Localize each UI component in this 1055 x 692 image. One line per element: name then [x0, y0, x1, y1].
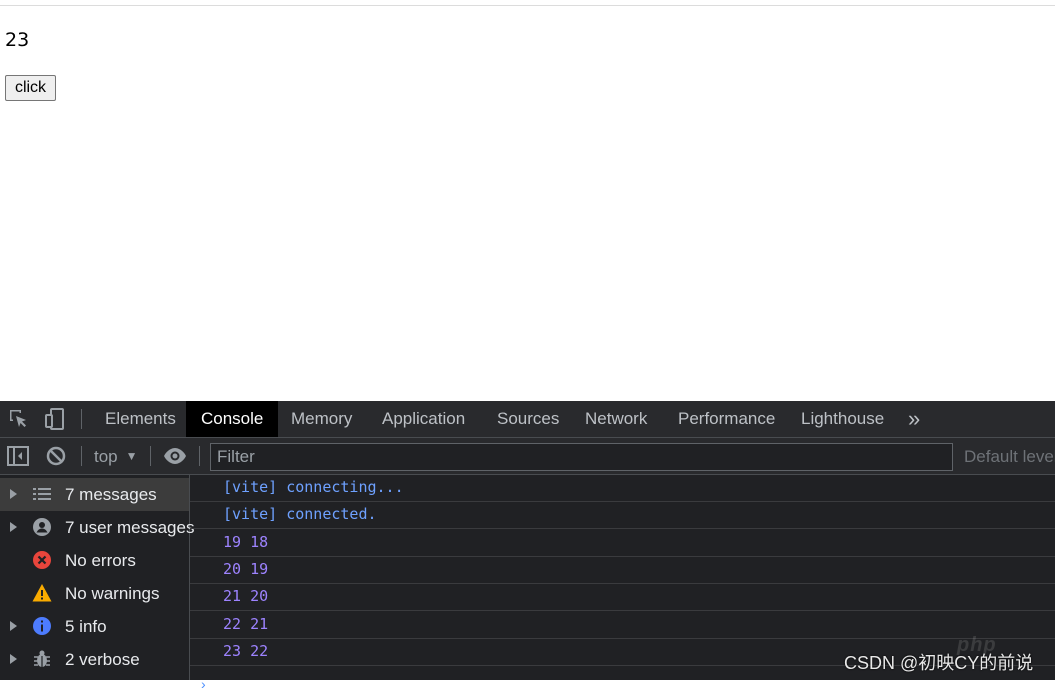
- toolbar-separator: [150, 446, 151, 466]
- device-toolbar-icon[interactable]: [43, 407, 67, 431]
- console-message: [vite] connecting...: [190, 475, 1055, 502]
- console-prompt-icon[interactable]: ›: [201, 676, 206, 692]
- click-button[interactable]: click: [5, 75, 56, 101]
- console-message: 22 21: [190, 612, 1055, 639]
- list-icon: [33, 488, 51, 500]
- tab-console[interactable]: Console: [186, 401, 279, 437]
- toolbar-separator: [81, 446, 82, 466]
- sidebar-item-messages[interactable]: 7 messages: [0, 478, 189, 511]
- inspect-element-icon[interactable]: [7, 407, 31, 431]
- tab-performance[interactable]: Performance: [663, 401, 790, 437]
- devtools-tabbar: Elements Console Memory Application Sour…: [0, 401, 1055, 438]
- tabbar-separator: [81, 409, 82, 429]
- console-message: [vite] connected.: [190, 502, 1055, 529]
- sidebar-item-label: 7 user messages: [65, 518, 195, 537]
- sidebar-item-label: No errors: [65, 551, 136, 570]
- page-top-border: [0, 5, 1055, 6]
- error-icon: [33, 551, 51, 569]
- sidebar-item-label: No warnings: [65, 584, 160, 603]
- context-selector[interactable]: top ▼: [94, 438, 138, 474]
- sidebar-item-label: 7 messages: [65, 485, 157, 504]
- sidebar-item-info[interactable]: 5 info: [0, 610, 189, 643]
- more-tabs-icon[interactable]: »: [893, 401, 935, 437]
- toolbar-separator: [199, 446, 200, 466]
- clear-console-icon[interactable]: [44, 444, 68, 468]
- expand-arrow-icon: [10, 522, 17, 532]
- expand-arrow-icon: [10, 654, 17, 664]
- devtools-panel: Elements Console Memory Application Sour…: [0, 401, 1055, 680]
- sidebar-item-label: 2 verbose: [65, 650, 140, 669]
- console-toolbar: top ▼ Default levels: [0, 438, 1055, 475]
- sidebar-item-user-messages[interactable]: 7 user messages: [0, 511, 194, 544]
- tab-application[interactable]: Application: [367, 401, 480, 437]
- tab-lighthouse[interactable]: Lighthouse: [786, 401, 899, 437]
- caret-down-icon: ▼: [125, 449, 138, 463]
- tab-memory[interactable]: Memory: [276, 401, 367, 437]
- context-label: top: [94, 447, 118, 466]
- sidebar-item-errors[interactable]: No errors: [0, 544, 189, 577]
- filter-input[interactable]: [210, 443, 953, 471]
- console-message: 20 19: [190, 557, 1055, 584]
- warning-icon: [32, 584, 52, 602]
- console-message: 19 18: [190, 530, 1055, 557]
- expand-arrow-icon: [10, 621, 17, 631]
- console-message: 21 20: [190, 584, 1055, 611]
- bug-icon: [34, 650, 50, 667]
- tab-sources[interactable]: Sources: [482, 401, 574, 437]
- tab-network[interactable]: Network: [570, 401, 662, 437]
- user-icon: [33, 518, 51, 536]
- eye-icon[interactable]: [163, 444, 187, 468]
- web-page: 23 click: [0, 0, 1055, 401]
- sidebar-item-label: 5 info: [65, 617, 107, 636]
- tab-elements[interactable]: Elements: [90, 401, 191, 437]
- info-icon: [33, 617, 51, 635]
- sidebar-item-verbose[interactable]: 2 verbose: [0, 643, 189, 676]
- console-sidebar: 7 messages 7 user messages No errors No …: [0, 475, 194, 680]
- counter-value: 23: [5, 29, 30, 51]
- log-levels-dropdown[interactable]: Default levels: [964, 438, 1055, 474]
- show-sidebar-icon[interactable]: [6, 444, 30, 468]
- csdn-watermark: CSDN @初映CY的前说: [844, 653, 1034, 673]
- expand-arrow-icon: [10, 489, 17, 499]
- sidebar-item-warnings[interactable]: No warnings: [0, 577, 189, 610]
